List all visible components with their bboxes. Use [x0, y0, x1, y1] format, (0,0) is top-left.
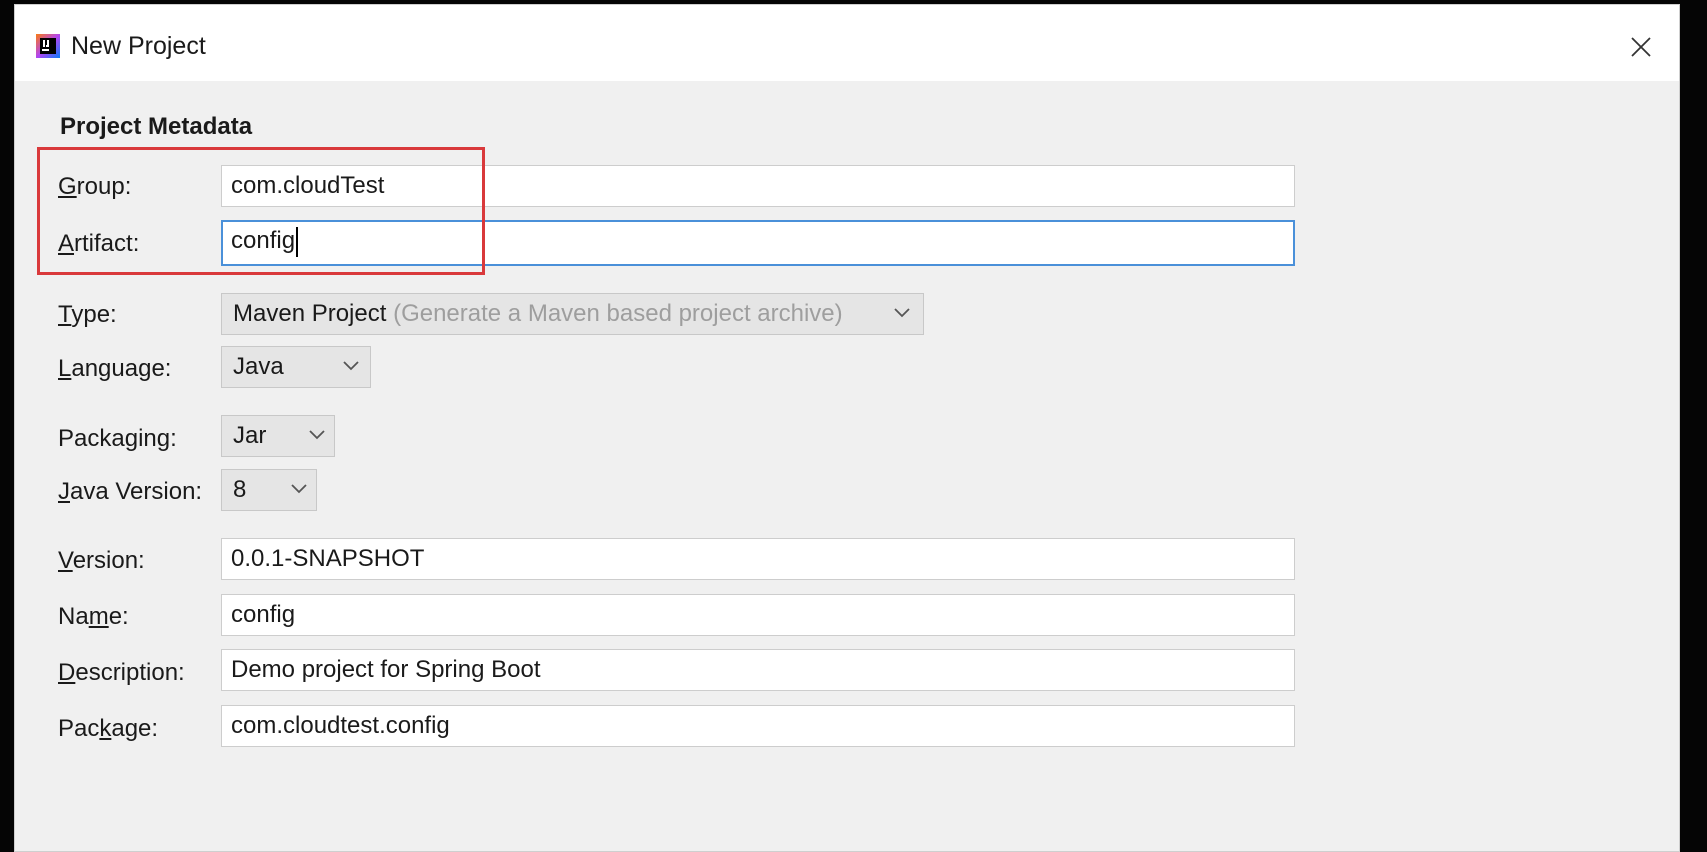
- artifact-value: config: [231, 227, 296, 254]
- packaging-label-post: ing:: [138, 425, 177, 452]
- title-bar: New Project: [15, 5, 1679, 81]
- package-label-post: age:: [111, 715, 159, 742]
- group-label: Group:: [58, 173, 131, 201]
- packaging-label: Packaging:: [58, 425, 177, 453]
- language-label: Language:: [58, 355, 171, 383]
- group-label-mnemonic: G: [58, 173, 77, 200]
- chevron-down-icon: [343, 361, 359, 371]
- name-value: config: [231, 601, 296, 628]
- artifact-label: Artifact:: [58, 230, 139, 258]
- java-version-value: 8: [233, 476, 247, 503]
- language-label-post: anguage:: [71, 355, 172, 382]
- language-select[interactable]: Java: [221, 346, 371, 388]
- description-label: Description:: [58, 659, 185, 687]
- text-caret: [296, 226, 299, 257]
- type-label-post: ype:: [71, 301, 117, 328]
- type-label: Type:: [58, 301, 117, 329]
- chevron-down-icon: [309, 430, 325, 440]
- group-label-post: roup:: [76, 173, 132, 200]
- group-value: com.cloudTest: [231, 172, 385, 199]
- artifact-label-post: rtifact:: [74, 230, 140, 257]
- section-title: Project Metadata: [60, 113, 253, 140]
- version-label: Version:: [58, 547, 145, 575]
- artifact-field[interactable]: config: [221, 220, 1295, 266]
- packaging-select[interactable]: Jar: [221, 415, 335, 457]
- description-field[interactable]: Demo project for Spring Boot: [221, 649, 1295, 691]
- package-label-mnemonic: k: [99, 715, 112, 742]
- language-label-mnemonic: L: [58, 355, 72, 382]
- intellij-icon: [36, 34, 60, 58]
- packaging-label-mnemonic: g: [124, 425, 139, 452]
- description-value: Demo project for Spring Boot: [231, 656, 541, 683]
- java-version-label-mnemonic: J: [58, 478, 70, 505]
- language-value: Java: [233, 353, 284, 380]
- packaging-value: Jar: [233, 422, 267, 449]
- java-version-label: Java Version:: [58, 478, 202, 506]
- java-version-label-post: ava Version:: [70, 478, 203, 505]
- package-field[interactable]: com.cloudtest.config: [221, 705, 1295, 747]
- name-field[interactable]: config: [221, 594, 1295, 636]
- java-version-select[interactable]: 8: [221, 469, 317, 511]
- close-icon: [1631, 37, 1651, 57]
- package-value: com.cloudtest.config: [231, 712, 450, 739]
- name-label-pre: Na: [58, 603, 89, 630]
- name-label-mnemonic: m: [88, 603, 109, 630]
- chevron-down-icon: [894, 308, 910, 318]
- description-label-post: escription:: [75, 659, 185, 686]
- version-label-mnemonic: V: [58, 547, 73, 574]
- close-button[interactable]: [1621, 27, 1661, 67]
- type-hint: (Generate a Maven based project archive): [393, 300, 843, 327]
- version-value: 0.0.1-SNAPSHOT: [231, 545, 425, 572]
- version-field[interactable]: 0.0.1-SNAPSHOT: [221, 538, 1295, 580]
- version-label-post: ersion:: [72, 547, 145, 574]
- artifact-label-mnemonic: A: [58, 230, 75, 257]
- new-project-dialog: New Project Project Metadata Group: com.…: [14, 4, 1680, 852]
- chevron-down-icon: [291, 484, 307, 494]
- packaging-label-pre: Packa: [58, 425, 125, 452]
- window-title: New Project: [71, 32, 206, 60]
- type-value: Maven Project: [233, 300, 387, 327]
- description-label-mnemonic: D: [58, 659, 76, 686]
- group-field[interactable]: com.cloudTest: [221, 165, 1295, 207]
- name-label-post: e:: [108, 603, 129, 630]
- package-label-pre: Pac: [58, 715, 100, 742]
- package-label: Package:: [58, 715, 158, 743]
- type-select[interactable]: Maven Project (Generate a Maven based pr…: [221, 293, 924, 335]
- type-label-mnemonic: T: [58, 301, 72, 328]
- name-label: Name:: [58, 603, 129, 631]
